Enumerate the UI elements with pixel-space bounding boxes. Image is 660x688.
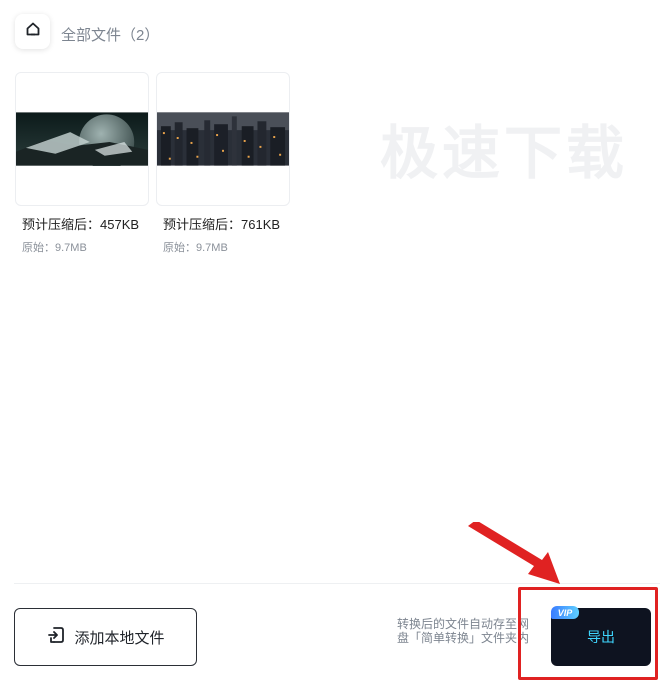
breadcrumb[interactable]: 全部文件（2） <box>61 24 159 45</box>
file-thumbnail[interactable] <box>156 72 290 206</box>
file-card[interactable]: 预计压缩后：457KB 原始：9.7MB <box>15 72 149 255</box>
vip-badge: VIP <box>551 606 579 619</box>
watermark-text: 极速下载 <box>380 119 629 187</box>
city-night-image <box>157 112 289 166</box>
import-file-icon <box>46 625 66 649</box>
original-size: 原始：9.7MB <box>22 242 87 254</box>
file-thumbnail[interactable] <box>15 72 149 206</box>
compressed-size: 预计压缩后：457KB <box>22 217 140 232</box>
annotation-arrow <box>468 522 560 584</box>
original-size: 原始：9.7MB <box>163 242 228 254</box>
save-location-hint: 转换后的文件自动存至网盘「简单转换」文件夹内 <box>397 617 530 645</box>
add-local-file-button[interactable]: 添加本地文件 <box>14 608 197 666</box>
add-local-file-label: 添加本地文件 <box>74 629 165 647</box>
export-label: 导出 <box>587 629 615 645</box>
compressed-size: 预计压缩后：761KB <box>163 217 281 232</box>
home-button[interactable] <box>15 14 50 49</box>
file-card[interactable]: 预计压缩后：761KB 原始：9.7MB <box>156 72 290 255</box>
home-icon <box>25 21 41 42</box>
planet-landscape-image <box>16 112 148 166</box>
